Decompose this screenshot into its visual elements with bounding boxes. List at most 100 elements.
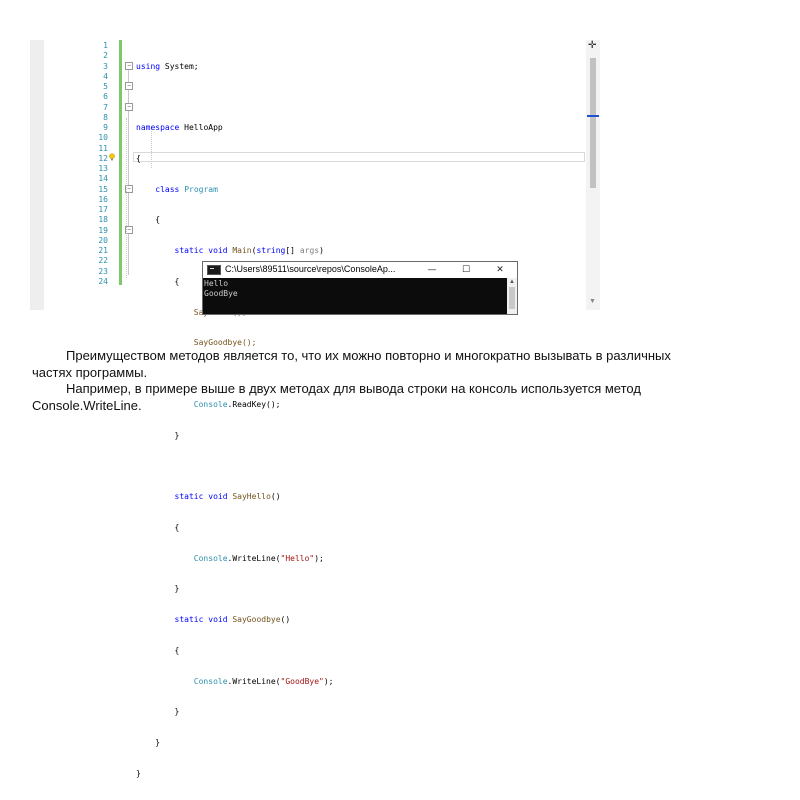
code-token: ); xyxy=(323,676,334,686)
code-line-7: static void Main(string[] args) xyxy=(136,246,556,256)
string-literal: "GoodBye" xyxy=(280,676,324,686)
outline-line xyxy=(128,70,129,275)
code-line-20: { xyxy=(136,646,556,656)
keyword: string xyxy=(256,246,286,255)
keyword: void xyxy=(208,492,228,501)
code-token: System; xyxy=(160,61,199,71)
console-scrollbar-thumb[interactable] xyxy=(509,287,515,309)
line-number: 15 xyxy=(98,184,108,194)
code-token: { xyxy=(174,522,180,532)
lightbulb-icon[interactable] xyxy=(108,153,116,161)
method-name: SayGoodbye xyxy=(232,615,281,624)
code-line-18: } xyxy=(136,584,556,594)
console-title: C:\Users\89511\source\repos\ConsoleAp... xyxy=(225,264,396,274)
string-literal: "Hello" xyxy=(280,553,315,563)
code-line-21: Console.WriteLine("GoodBye"); xyxy=(136,677,556,687)
method-name: Main xyxy=(232,246,252,255)
code-line-6: { xyxy=(136,215,556,225)
type-name: Program xyxy=(184,184,218,194)
code-token: () xyxy=(280,615,291,624)
line-number: 8 xyxy=(103,112,108,122)
line-number: 23 xyxy=(98,266,108,276)
line-number: 20 xyxy=(98,235,108,245)
console-line: GoodBye xyxy=(204,289,238,298)
line-number: 13 xyxy=(98,164,108,173)
line-numbers: 1 2 3 4 5 6 7 8 9 10 11 12 13 14 15 16 1… xyxy=(74,41,108,287)
console-app-icon xyxy=(207,265,221,275)
console-output-area[interactable]: Hello GoodBye xyxy=(203,278,507,314)
code-token: { xyxy=(174,276,180,286)
method-reference: Console.WriteLine xyxy=(32,397,138,413)
line-number: 19 xyxy=(98,225,108,235)
line-number: 6 xyxy=(103,92,108,102)
line-number: 5 xyxy=(103,82,108,91)
line-number: 18 xyxy=(98,215,108,225)
scroll-up-arrow-icon[interactable]: ▲ xyxy=(509,279,515,285)
vertical-scrollbar[interactable]: ✛ ▼ xyxy=(586,40,600,310)
console-scrollbar[interactable]: ▲ xyxy=(507,278,517,314)
keyword: class xyxy=(155,184,180,194)
unused-parameter: args xyxy=(299,246,320,255)
code-token: } xyxy=(136,768,141,778)
code-line-10: SayGoodbye(); xyxy=(136,338,556,348)
code-token: [] xyxy=(285,246,300,255)
console-titlebar[interactable]: C:\Users\89511\source\repos\ConsoleAp...… xyxy=(203,262,517,278)
code-token: () xyxy=(270,492,281,501)
type-name: Console xyxy=(193,676,228,686)
line-number: 11 xyxy=(98,143,108,153)
line-number: 7 xyxy=(103,102,108,112)
split-window-icon[interactable]: ✛ xyxy=(588,41,596,51)
code-token: ) xyxy=(319,246,324,255)
line-number: 14 xyxy=(98,174,108,184)
close-button[interactable]: ✕ xyxy=(483,262,517,278)
console-window[interactable]: C:\Users\89511\source\repos\ConsoleAp...… xyxy=(202,261,518,315)
scroll-down-arrow-icon[interactable]: ▼ xyxy=(589,298,596,305)
keyword: static xyxy=(174,246,204,255)
line-number: 12 xyxy=(98,153,108,163)
code-token: { xyxy=(174,645,180,655)
collapse-icon[interactable]: − xyxy=(125,82,133,90)
method-call: SayGoodbye(); xyxy=(193,338,257,348)
caret-position-marker xyxy=(587,115,599,117)
code-token: HelloApp xyxy=(179,123,223,132)
maximize-button[interactable]: ☐ xyxy=(449,262,483,278)
scrollbar-thumb[interactable] xyxy=(590,58,596,188)
code-token: ); xyxy=(314,553,324,563)
code-text[interactable]: using System; namespace HelloApp { class… xyxy=(136,41,556,800)
line-number: 24 xyxy=(98,276,108,286)
keyword: static xyxy=(174,615,204,624)
paragraph-text: Например, в примере выше в двух методах … xyxy=(66,381,641,396)
keyword: using xyxy=(136,61,161,71)
code-token: .WriteLine( xyxy=(227,676,281,686)
code-token: { xyxy=(136,153,141,163)
keyword: void xyxy=(208,246,228,255)
editor-margin xyxy=(30,40,44,310)
paragraph-2: Например, в примере выше в двух методах … xyxy=(32,381,692,414)
paragraph-text: . xyxy=(137,397,142,413)
minimize-button[interactable]: — xyxy=(415,262,449,278)
code-line-24: } xyxy=(136,769,556,779)
code-line-1: using System; xyxy=(136,62,556,72)
line-number: 1 xyxy=(103,41,108,50)
code-token: } xyxy=(174,584,180,594)
code-line-19: static void SayGoodbye() xyxy=(136,615,556,625)
collapse-icon[interactable]: − xyxy=(125,103,133,111)
line-number: 17 xyxy=(98,205,108,214)
code-line-15: static void SayHello() xyxy=(136,492,556,502)
line-number: 9 xyxy=(103,123,108,132)
code-line-3: namespace HelloApp xyxy=(136,123,556,133)
line-number: 3 xyxy=(103,61,108,71)
code-line-5: class Program xyxy=(136,185,556,195)
line-number: 21 xyxy=(98,246,108,255)
line-number: 10 xyxy=(98,133,108,143)
collapse-icon[interactable]: − xyxy=(125,62,133,70)
line-number: 16 xyxy=(98,194,108,204)
method-name: SayHello xyxy=(232,492,271,501)
console-line: Hello xyxy=(204,279,229,288)
line-number: 4 xyxy=(103,71,108,81)
code-token: } xyxy=(174,430,180,440)
code-line-13: } xyxy=(136,431,556,441)
keyword: void xyxy=(208,615,228,624)
paragraph-text: Преимуществом методов является то, что и… xyxy=(32,348,671,380)
code-line-23: } xyxy=(136,738,556,748)
